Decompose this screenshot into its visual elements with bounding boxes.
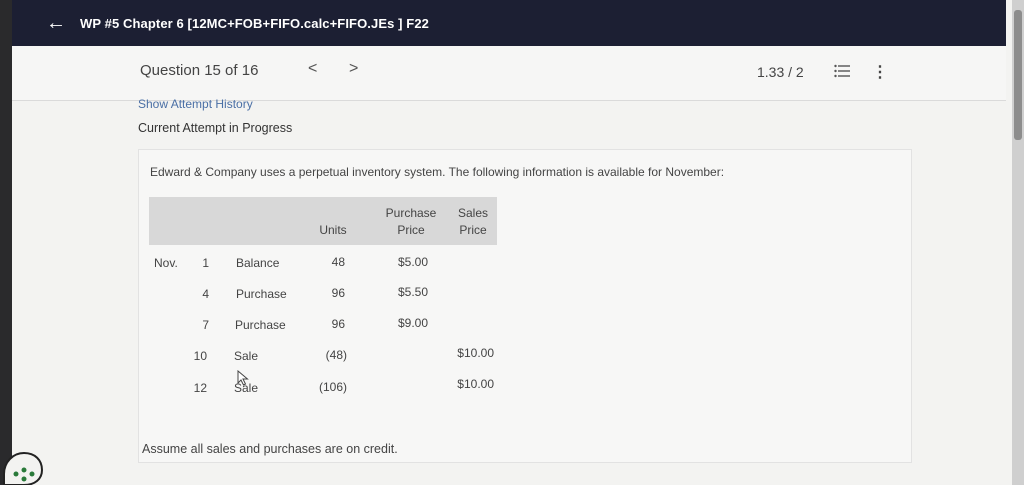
- row-units: 96: [331, 317, 345, 331]
- credit-note: Assume all sales and purchases are on cr…: [142, 442, 398, 456]
- row-units: (106): [318, 380, 347, 394]
- back-arrow-icon[interactable]: ←: [46, 13, 66, 33]
- assignment-title: WP #5 Chapter 6 [12MC+FOB+FIFO.calc+FIFO…: [80, 15, 430, 31]
- top-bar: ← WP #5 Chapter 6 [12MC+FOB+FIFO.calc+FI…: [12, 0, 1006, 46]
- header-units: Units: [319, 223, 347, 237]
- question-counter: Question 15 of 16: [140, 62, 259, 79]
- header-purchase-line2: Price: [397, 223, 425, 237]
- row-description: Purchase: [236, 287, 287, 301]
- more-options-icon[interactable]: ⋮: [872, 62, 888, 82]
- header-sales-line2: Price: [459, 223, 487, 237]
- show-attempt-history-link[interactable]: Show Attempt History: [138, 97, 253, 111]
- screen-bezel-left: [0, 0, 12, 485]
- mouse-cursor-icon: [237, 370, 249, 386]
- row-units: 48: [331, 255, 345, 269]
- row-sales-price: $10.00: [457, 346, 494, 360]
- row-purchase-price: $5.50: [397, 285, 428, 299]
- row-description: Purchase: [235, 318, 286, 332]
- row-day: 1: [202, 256, 209, 270]
- month-label: Nov.: [154, 256, 178, 270]
- row-day: 7: [202, 318, 209, 332]
- list-icon[interactable]: [834, 64, 850, 78]
- scrollbar-thumb[interactable]: [1014, 10, 1022, 140]
- scrollbar-track[interactable]: [1012, 0, 1024, 485]
- attempt-status: Current Attempt in Progress: [138, 121, 293, 135]
- previous-question-button[interactable]: <: [308, 60, 317, 78]
- row-day: 4: [202, 287, 209, 301]
- row-sales-price: $10.00: [457, 377, 494, 391]
- next-question-button[interactable]: >: [349, 60, 358, 78]
- row-units: (48): [325, 348, 347, 362]
- problem-statement: Edward & Company uses a perpetual invent…: [150, 165, 725, 179]
- header-sales-line1: Sales: [457, 206, 489, 220]
- question-navigation: Question 15 of 16 < > 1.33 / 2 ⋮: [12, 46, 1006, 101]
- row-day: 10: [193, 349, 207, 363]
- row-units: 96: [331, 286, 345, 300]
- row-day: 12: [193, 381, 207, 395]
- header-purchase-line1: Purchase: [385, 206, 437, 220]
- help-widget-icon[interactable]: [0, 448, 44, 485]
- row-purchase-price: $5.00: [397, 255, 428, 269]
- table-header: Units Purchase Price Sales Price: [149, 197, 497, 245]
- question-score: 1.33 / 2: [757, 64, 804, 80]
- question-card: Edward & Company uses a perpetual invent…: [138, 149, 912, 463]
- row-description: Sale: [234, 349, 259, 363]
- row-description: Balance: [236, 256, 280, 270]
- row-purchase-price: $9.00: [397, 316, 428, 330]
